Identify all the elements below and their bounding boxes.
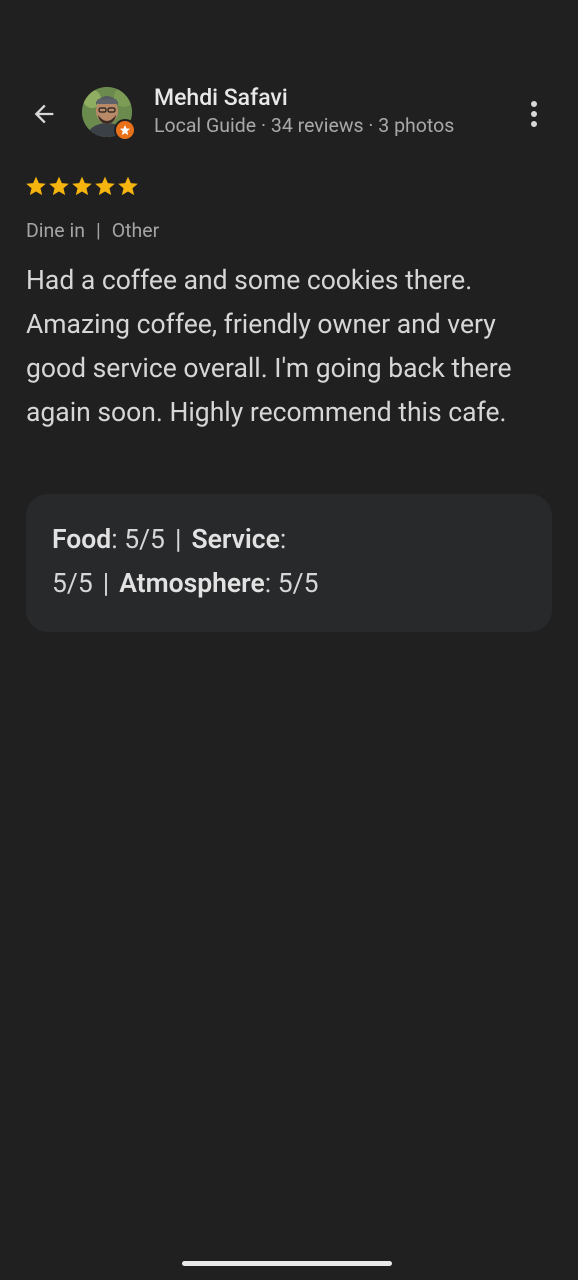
tag-dine-in: Dine in: [26, 219, 85, 242]
food-value: 5/5: [124, 524, 165, 555]
tag-other: Other: [111, 219, 160, 242]
star-icon: [118, 176, 138, 196]
star-icon: [49, 176, 69, 196]
review-detail-screen: Mehdi Safavi Local Guide · 34 reviews · …: [0, 0, 578, 1280]
reviewer-name[interactable]: Mehdi Safavi: [154, 84, 288, 111]
reviewer-meta: Local Guide · 34 reviews · 3 photos: [154, 114, 455, 137]
ratings-breakdown: Food: 5/5 | Service: 5/5 | Atmosphere: 5/5: [52, 524, 319, 599]
review-tags: Dine in | Other: [26, 219, 159, 242]
home-indicator[interactable]: [182, 1261, 392, 1266]
back-button[interactable]: [22, 96, 66, 132]
service-label: Service: [191, 524, 280, 555]
star-icon: [95, 176, 115, 196]
ratings-card: Food: 5/5 | Service: 5/5 | Atmosphere: 5/5: [26, 494, 552, 632]
atmosphere-value: 5/5: [277, 568, 319, 599]
service-value: 5/5: [52, 568, 93, 599]
star-rating: [25, 175, 139, 197]
review-text: Had a coffee and some cookies there. Ama…: [26, 265, 512, 428]
food-label: Food: [52, 524, 112, 555]
more-options-button[interactable]: [512, 94, 556, 134]
more-vert-icon: [531, 101, 537, 127]
tag-separator: |: [96, 219, 101, 242]
local-guide-badge-icon: [114, 119, 136, 141]
reviewer-avatar[interactable]: [82, 87, 136, 141]
review-header: Mehdi Safavi Local Guide · 34 reviews · …: [0, 84, 578, 144]
arrow-left-icon: [34, 104, 54, 124]
atmosphere-label: Atmosphere: [119, 568, 265, 599]
star-icon: [26, 176, 46, 196]
star-icon: [72, 176, 92, 196]
ratings-separator: |: [102, 568, 110, 599]
ratings-separator: |: [174, 524, 182, 555]
